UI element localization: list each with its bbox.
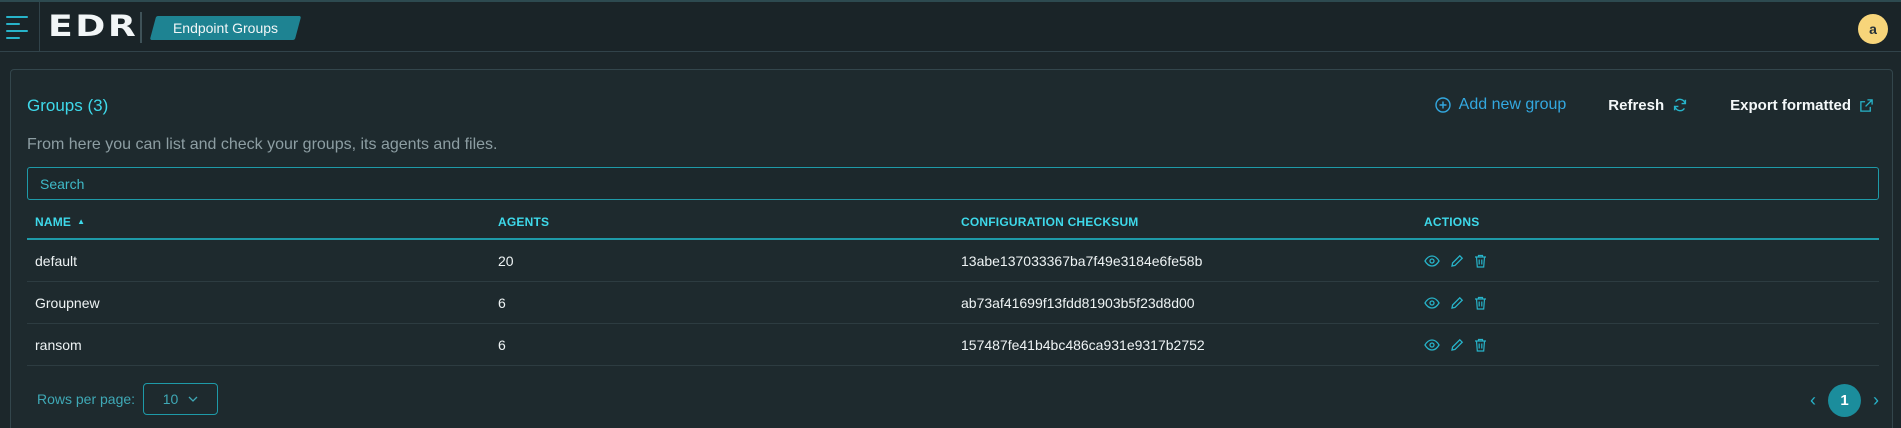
page-title: Groups (3): [27, 96, 109, 115]
refresh-label: Refresh: [1608, 96, 1665, 114]
row-actions: [1424, 324, 1487, 365]
pencil-icon[interactable]: [1450, 338, 1464, 352]
column-header-actions: ACTIONS: [1424, 214, 1480, 229]
eye-icon[interactable]: [1424, 254, 1440, 267]
refresh-icon: [1674, 98, 1687, 112]
table-footer: Rows per page: 10 ‹ 1 ›: [27, 383, 1879, 417]
top-bar: EDR Endpoint Groups a: [0, 0, 1901, 52]
group-checksum: ab73af41699f13fdd81903b5f23d8d00: [961, 294, 1195, 311]
column-name-label: NAME: [35, 214, 72, 229]
table-row[interactable]: ransom 6 157487fe41b4bc486ca931e9317b275…: [27, 324, 1879, 366]
export-formatted-button[interactable]: Export formatted: [1730, 97, 1874, 114]
export-label: Export formatted: [1730, 96, 1851, 114]
eye-icon[interactable]: [1424, 338, 1440, 351]
column-header-agents[interactable]: AGENTS: [498, 205, 549, 238]
plus-circle-icon: [1434, 97, 1451, 113]
eye-icon[interactable]: [1424, 296, 1440, 309]
logo-divider: [140, 12, 142, 43]
refresh-button[interactable]: Refresh: [1608, 97, 1688, 114]
trash-icon[interactable]: [1474, 296, 1487, 310]
table-row[interactable]: Groupnew 6 ab73af41699f13fdd81903b5f23d8…: [27, 282, 1879, 324]
trash-icon[interactable]: [1474, 254, 1487, 268]
group-agents: 6: [498, 294, 506, 311]
page-description: From here you can list and check your gr…: [27, 136, 498, 153]
avatar[interactable]: a: [1858, 14, 1888, 44]
header-actions: Add new group Refresh Export formatted: [1393, 96, 1874, 114]
rows-per-page-select[interactable]: 10: [143, 383, 218, 415]
column-header-checksum[interactable]: CONFIGURATION CHECKSUM: [961, 205, 1139, 238]
group-name: Groupnew: [35, 294, 100, 311]
group-name: default: [35, 252, 78, 269]
column-header-name[interactable]: NAME ▲: [35, 205, 85, 238]
rows-per-page-value: 10: [162, 391, 179, 407]
table-row[interactable]: default 20 13abe137033367ba7f49e3184e6fe…: [27, 240, 1879, 282]
add-group-button[interactable]: Add new group: [1434, 96, 1567, 114]
groups-card: Groups (3) Add new group Refresh Export …: [10, 69, 1893, 428]
breadcrumb-current[interactable]: Endpoint Groups: [153, 16, 298, 40]
trash-icon[interactable]: [1474, 338, 1487, 352]
pencil-icon[interactable]: [1450, 254, 1464, 268]
chevron-left-icon[interactable]: ‹: [1810, 390, 1816, 411]
groups-table: NAME ▲ AGENTS CONFIGURATION CHECKSUM ACT…: [27, 205, 1879, 366]
add-group-label: Add new group: [1458, 96, 1567, 113]
app-logo: EDR: [48, 9, 139, 43]
search-input[interactable]: [27, 167, 1879, 200]
sort-ascending-icon: ▲: [77, 217, 86, 226]
group-checksum: 157487fe41b4bc486ca931e9317b2752: [961, 336, 1205, 353]
group-agents: 20: [498, 252, 514, 269]
hamburger-icon[interactable]: [0, 2, 40, 52]
page-number-button[interactable]: 1: [1828, 383, 1861, 417]
group-agents: 6: [498, 336, 506, 353]
pencil-icon[interactable]: [1450, 296, 1464, 310]
row-actions: [1424, 240, 1487, 281]
group-checksum: 13abe137033367ba7f49e3184e6fe58b: [961, 252, 1203, 269]
pagination: ‹ 1 ›: [1810, 383, 1879, 417]
rows-per-page-label: Rows per page:: [37, 391, 136, 407]
chevron-down-icon: [188, 396, 198, 402]
group-name: ransom: [35, 336, 82, 353]
row-actions: [1424, 282, 1487, 323]
chevron-right-icon[interactable]: ›: [1873, 390, 1879, 411]
table-header: NAME ▲ AGENTS CONFIGURATION CHECKSUM ACT…: [27, 205, 1879, 240]
external-link-icon: [1860, 98, 1873, 112]
